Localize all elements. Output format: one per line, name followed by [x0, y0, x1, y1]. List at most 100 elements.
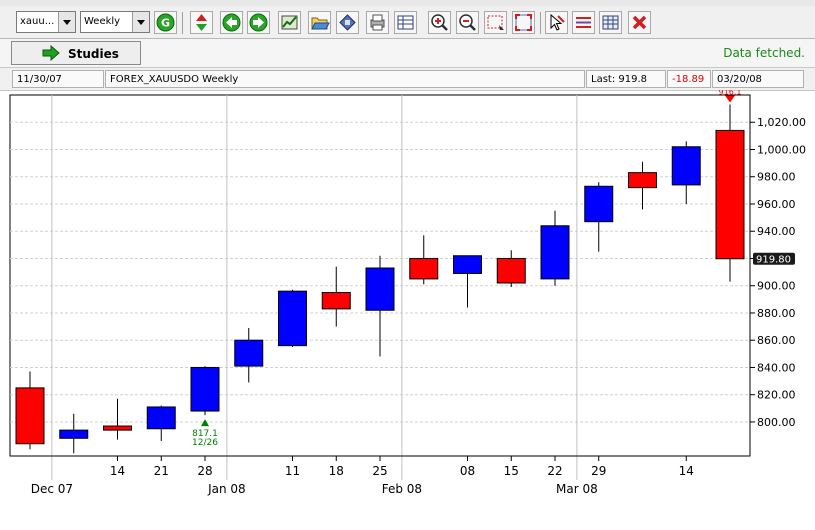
symbol-combo[interactable]: xauu...: [16, 11, 76, 33]
y-tick-label: 800.00: [757, 416, 796, 429]
close-button[interactable]: [628, 11, 651, 34]
candle-body: [59, 429, 89, 439]
x-tick-label: 21: [154, 464, 169, 478]
close-x-icon: [632, 15, 647, 30]
open-button[interactable]: [308, 11, 331, 34]
studies-bar: Studies Data fetched.: [0, 39, 815, 68]
low-marker-date: 12/26: [192, 438, 218, 448]
toolbar: xauu... Weekly G: [0, 6, 815, 39]
candle-body: [671, 146, 701, 186]
fit-icon: [515, 14, 532, 31]
y-tick-label: 1,020.00: [757, 116, 806, 129]
last-price-cell: Last: 919.8: [586, 70, 666, 88]
green-arrow-icon: [42, 45, 60, 61]
candle-body: [278, 290, 307, 347]
month-label: Mar 08: [556, 482, 598, 496]
period-combo[interactable]: Weekly: [80, 11, 150, 33]
back-button[interactable]: [220, 11, 243, 34]
y-tick-label: 1,000.00: [757, 143, 806, 156]
candle-body: [190, 366, 220, 412]
symbol-value: xauu...: [20, 16, 55, 27]
table-icon: [397, 15, 414, 30]
zoom-in-button[interactable]: [428, 11, 451, 34]
forward-button[interactable]: [247, 11, 270, 34]
status-text: Data fetched.: [723, 46, 805, 60]
month-label: Jan 08: [207, 482, 246, 496]
x-tick-label: 14: [110, 464, 125, 478]
month-label: Dec 07: [31, 482, 73, 496]
zoom-out-button[interactable]: [456, 11, 479, 34]
symbol-name: FOREX_XAUUSDO Weekly: [110, 74, 239, 85]
studies-button[interactable]: Studies: [11, 41, 141, 65]
candle-body: [453, 255, 482, 274]
toolbar-separator: [540, 12, 541, 34]
symbol-name-cell: FOREX_XAUUSDO Weekly: [105, 70, 585, 88]
candle-body: [234, 339, 264, 367]
period-value: Weekly: [84, 16, 121, 27]
table-button[interactable]: [394, 11, 417, 34]
candlestick-chart[interactable]: 800.00820.00840.00860.00880.00900.00920.…: [0, 88, 815, 526]
candle-body: [146, 406, 176, 430]
select-button[interactable]: [484, 11, 507, 34]
end-date: 03/20/08: [717, 74, 762, 85]
chevron-down-icon[interactable]: [58, 12, 75, 32]
y-tick-label: 840.00: [757, 361, 796, 374]
cursor-icon: [550, 13, 565, 31]
change-value: -18.89: [672, 74, 705, 85]
last-price: Last: 919.8: [591, 74, 648, 85]
y-tick-label: 880.00: [757, 307, 796, 320]
cursor-button[interactable]: [545, 11, 568, 34]
green-go-icon: G: [156, 13, 175, 32]
y-tick-label: 900.00: [757, 280, 796, 293]
candle-body: [409, 257, 439, 280]
lines-icon: [576, 17, 591, 28]
x-tick-label: 28: [197, 464, 212, 478]
candle-body: [628, 172, 657, 189]
fit-button[interactable]: [512, 11, 535, 34]
month-label: Feb 08: [382, 482, 422, 496]
zoom-out-icon: [459, 14, 476, 31]
print-icon: [370, 14, 385, 31]
save-button[interactable]: [336, 11, 359, 34]
back-arrow-icon: [222, 13, 241, 32]
candle-body: [540, 225, 570, 280]
chevron-down-icon[interactable]: [132, 12, 149, 32]
last-value-label: 919.80: [756, 255, 791, 266]
y-tick-label: 820.00: [757, 389, 796, 402]
x-tick-label: 29: [591, 464, 606, 478]
x-tick-label: 25: [372, 464, 387, 478]
candle-body: [365, 267, 395, 311]
svg-text:G: G: [161, 17, 170, 30]
start-date: 11/30/07: [17, 74, 62, 85]
x-tick-label: 11: [285, 464, 300, 478]
start-date-cell: 11/30/07: [12, 70, 104, 88]
zoom-in-icon: [431, 14, 448, 31]
y-tick-label: 980.00: [757, 171, 796, 184]
studies-label: Studies: [68, 47, 119, 61]
up-down-button[interactable]: [190, 11, 213, 34]
candle-body: [15, 387, 45, 445]
x-tick-label: 22: [547, 464, 562, 478]
candle-body: [715, 129, 745, 260]
forward-arrow-icon: [249, 13, 268, 32]
grid-icon: [602, 15, 619, 30]
x-tick-label: 08: [460, 464, 475, 478]
toolbar-separator: [182, 12, 183, 34]
refresh-button[interactable]: G: [154, 11, 177, 34]
select-rect-icon: [487, 15, 504, 30]
info-bar: 11/30/07 FOREX_XAUUSDO Weekly Last: 919.…: [0, 68, 815, 91]
y-tick-label: 960.00: [757, 198, 796, 211]
lines-button[interactable]: [572, 11, 595, 34]
candle-body: [584, 185, 614, 223]
print-button[interactable]: [366, 11, 389, 34]
x-tick-label: 15: [504, 464, 519, 478]
chart-type-button[interactable]: [278, 11, 301, 34]
x-tick-label: 18: [329, 464, 344, 478]
candle-body: [496, 257, 526, 284]
open-folder-icon: [311, 17, 330, 30]
chart-area[interactable]: 800.00820.00840.00860.00880.00900.00920.…: [0, 88, 815, 526]
grid-button[interactable]: [599, 11, 622, 34]
candle-body: [321, 292, 351, 310]
x-tick-label: 14: [679, 464, 694, 478]
candle-body: [103, 425, 132, 431]
